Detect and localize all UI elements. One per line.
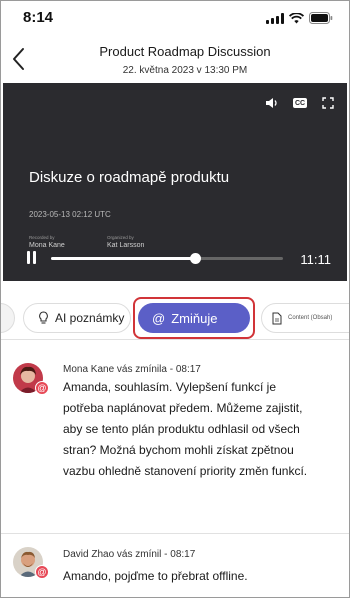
mention-message: Amando, pojďme to přebrat offline. xyxy=(63,569,248,583)
wifi-icon xyxy=(289,12,304,23)
speaker-icon[interactable] xyxy=(263,95,281,111)
mention-badge-icon: @ xyxy=(35,565,49,579)
recorded-by-label: Recorded by xyxy=(29,235,55,240)
video-title: Diskuze o roadmapě produktu xyxy=(29,169,230,186)
fullscreen-icon[interactable] xyxy=(319,95,337,111)
video-date: 2023-05-13 02:12 UTC xyxy=(29,210,111,219)
meeting-date: 22. května 2023 v 13:30 PM xyxy=(122,65,248,76)
video-progress-fill xyxy=(51,257,195,260)
video-top-controls: CC xyxy=(263,95,337,111)
battery-icon xyxy=(309,12,333,24)
lightbulb-icon xyxy=(38,311,49,325)
cc-label: CC xyxy=(293,98,307,108)
tab-content-label: Content (Obsah) xyxy=(288,315,333,321)
recorded-by-value: Mona Kane xyxy=(29,242,65,249)
back-chevron-icon[interactable] xyxy=(9,45,33,73)
list-separator xyxy=(1,533,349,534)
recap-tabs: AI poznámky @ Zmiňuje Content (Obsah) xyxy=(1,295,349,345)
video-scrubber-handle[interactable] xyxy=(189,253,201,264)
mention-message: Amanda, souhlasím. Vylepšení funkcí je p… xyxy=(63,380,308,478)
organized-by-value: Kat Larsson xyxy=(107,242,145,249)
status-time: 8:14 xyxy=(23,9,54,26)
tab-ai-notes[interactable]: AI poznámky xyxy=(23,303,131,333)
mention-meta: David Zhao vás zmínil - 08:17 xyxy=(63,549,196,560)
tab-previous[interactable] xyxy=(1,303,15,333)
mention-badge-icon: @ xyxy=(35,381,49,395)
status-bar: 8:14 xyxy=(1,1,349,35)
cellular-signal-icon xyxy=(266,12,284,24)
app-frame: 8:14 Product Roadmap Discussion 22. květ… xyxy=(0,0,350,598)
pause-icon[interactable] xyxy=(27,251,36,264)
cc-icon[interactable]: CC xyxy=(291,95,309,111)
video-progress-bar[interactable] xyxy=(51,253,283,264)
mentions-tab-highlight xyxy=(133,297,255,339)
meeting-title: Product Roadmap Discussion xyxy=(99,44,271,59)
mention-meta: Mona Kane vás zmínila - 08:17 xyxy=(63,364,201,375)
meeting-header: Product Roadmap Discussion 22. května 20… xyxy=(1,37,349,81)
video-duration: 11:11 xyxy=(300,252,331,267)
tab-content[interactable]: Content (Obsah) xyxy=(261,303,349,333)
status-icons xyxy=(266,12,333,24)
document-icon xyxy=(272,312,282,325)
tabs-divider xyxy=(1,339,349,340)
tab-ai-notes-label: AI poznámky xyxy=(55,311,125,325)
video-player[interactable]: CC Diskuze o roadmapě produktu 2023-05-1… xyxy=(3,83,347,281)
organized-by-label: Organized by xyxy=(107,235,134,240)
